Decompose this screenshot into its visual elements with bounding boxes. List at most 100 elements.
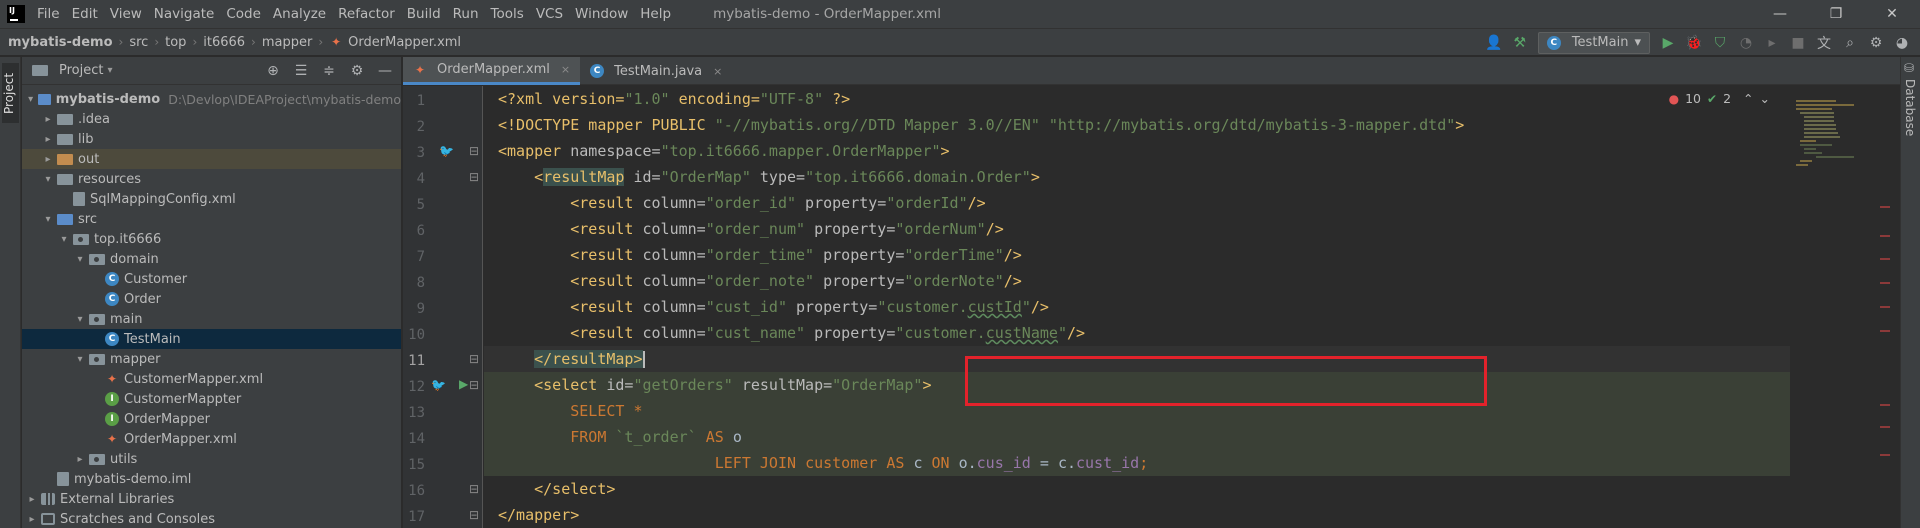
menu-analyze[interactable]: Analyze — [267, 0, 332, 28]
dropdown-arrow-icon[interactable]: ▾ — [107, 65, 112, 76]
error-stripe-mark[interactable] — [1880, 404, 1890, 406]
tree-item-src[interactable]: ▾ src — [22, 209, 401, 229]
breadcrumb-it6666[interactable]: it6666 — [203, 35, 245, 50]
expand-arrow-icon[interactable]: ▾ — [42, 214, 54, 225]
debug-icon[interactable]: 🐞 — [1685, 35, 1702, 51]
breadcrumb-src[interactable]: src — [129, 35, 148, 50]
project-tool-tab[interactable]: Project — [2, 63, 19, 123]
error-stripe-mark[interactable] — [1880, 454, 1890, 456]
tab-testmain-java[interactable]: C TestMain.java × — [580, 57, 732, 85]
tree-item-mybatis-demo[interactable]: ▾ mybatis-demo D:\Devlop\IDEAProject\myb… — [22, 89, 401, 109]
coverage-icon[interactable]: ⛉ — [1712, 35, 1728, 51]
breadcrumb-file[interactable]: OrderMapper.xml — [348, 35, 461, 50]
tab-ordermapper-xml[interactable]: ✦ OrderMapper.xml × — [403, 57, 581, 85]
tree-item-resources[interactable]: ▾ resources — [22, 169, 401, 189]
menu-run[interactable]: Run — [447, 0, 485, 28]
plugin-icon[interactable]: ◕ — [1894, 35, 1910, 51]
expand-all-icon[interactable]: ☰ — [293, 63, 309, 79]
error-stripe-mark[interactable] — [1880, 235, 1890, 237]
database-tool-tab[interactable]: Database — [1903, 79, 1917, 136]
collapse-arrow-icon[interactable]: ▸ — [26, 494, 38, 505]
menu-help[interactable]: Help — [634, 0, 677, 28]
hide-icon[interactable]: — — [377, 63, 393, 79]
menu-build[interactable]: Build — [401, 0, 447, 28]
tree-item-customermappter[interactable]: I CustomerMappter — [22, 389, 401, 409]
error-stripe-mark[interactable] — [1880, 258, 1890, 260]
error-stripe-mark[interactable] — [1880, 330, 1890, 332]
user-icon[interactable]: 👤 — [1485, 35, 1502, 51]
error-stripe-mark[interactable] — [1880, 206, 1890, 208]
expand-arrow-icon[interactable]: ▾ — [74, 254, 86, 265]
tree-item-customermapper-xml[interactable]: ✦ CustomerMapper.xml — [22, 369, 401, 389]
tree-item-ordermapper-xml[interactable]: ✦ OrderMapper.xml — [22, 429, 401, 449]
tree-item-top-it6666[interactable]: ▾ top.it6666 — [22, 229, 401, 249]
fold-icon[interactable]: ⊟ — [469, 508, 479, 522]
tree-item-testmain[interactable]: C TestMain — [22, 329, 401, 349]
fold-icon[interactable]: ⊟ — [469, 170, 479, 184]
menu-edit[interactable]: Edit — [66, 0, 104, 28]
tree-item-external-libraries[interactable]: ▸ External Libraries — [22, 489, 401, 509]
run-gutter-icon[interactable]: ▶ — [459, 377, 468, 391]
run-icon[interactable]: ▶ — [1660, 35, 1676, 51]
collapse-all-icon[interactable]: ≑ — [321, 63, 337, 79]
menu-view[interactable]: View — [104, 0, 148, 28]
menu-refactor[interactable]: Refactor — [332, 0, 401, 28]
project-panel-title[interactable]: Project — [59, 63, 103, 78]
mybatis-bird-icon[interactable]: 🐦 — [439, 144, 454, 158]
tree-item-order[interactable]: C Order — [22, 289, 401, 309]
code-editor[interactable]: <?xml version="1.0" encoding="UTF-8" ?> … — [484, 86, 1874, 528]
breadcrumb-mapper[interactable]: mapper — [262, 35, 312, 50]
fold-icon[interactable]: ⊟ — [469, 352, 479, 366]
tree-item-main[interactable]: ▾ main — [22, 309, 401, 329]
mybatis-bird-icon[interactable]: 🐦 — [431, 378, 446, 392]
fold-icon[interactable]: ⊟ — [469, 378, 479, 392]
breadcrumb-project[interactable]: mybatis-demo — [8, 35, 113, 50]
error-stripe-mark[interactable] — [1880, 306, 1890, 308]
translate-icon[interactable]: 文 — [1816, 35, 1832, 52]
tree-item-iml[interactable]: mybatis-demo.iml — [22, 469, 401, 489]
collapse-arrow-icon[interactable]: ▸ — [42, 114, 54, 125]
tree-item-ordermapper[interactable]: I OrderMapper — [22, 409, 401, 429]
profile-icon[interactable]: ◔ — [1738, 35, 1754, 51]
error-stripe-mark[interactable] — [1880, 426, 1890, 428]
restore-button[interactable]: ❐ — [1808, 0, 1864, 28]
run-config-selector[interactable]: C TestMain ▾ — [1537, 31, 1650, 54]
tree-item-scratches[interactable]: ▸ Scratches and Consoles — [22, 509, 401, 528]
expand-arrow-icon[interactable]: ▾ — [58, 234, 70, 245]
settings-gear-icon[interactable]: ⚙ — [1868, 35, 1884, 51]
inspection-widget[interactable]: ● 10 ✔ 2 ⌃ ⌄ — [1669, 91, 1770, 106]
attach-icon[interactable]: ▸ — [1764, 35, 1780, 51]
minimize-button[interactable]: — — [1752, 0, 1808, 28]
menu-code[interactable]: Code — [220, 0, 267, 28]
menu-file[interactable]: File — [31, 0, 66, 28]
build-hammer-icon[interactable]: ⚒ — [1512, 35, 1528, 51]
menu-tools[interactable]: Tools — [485, 0, 530, 28]
fold-icon[interactable]: ⊟ — [469, 482, 479, 496]
tree-item-sqlmappingconfig[interactable]: SqlMappingConfig.xml — [22, 189, 401, 209]
stop-icon[interactable]: ■ — [1790, 35, 1806, 51]
menu-window[interactable]: Window — [569, 0, 634, 28]
menu-vcs[interactable]: VCS — [530, 0, 569, 28]
collapse-arrow-icon[interactable]: ▸ — [26, 514, 38, 525]
tree-item-lib[interactable]: ▸ lib — [22, 129, 401, 149]
breadcrumb-top[interactable]: top — [165, 35, 186, 50]
close-window-button[interactable]: ✕ — [1864, 0, 1920, 28]
close-tab-icon[interactable]: × — [713, 65, 722, 78]
collapse-arrow-icon[interactable]: ▸ — [74, 454, 86, 465]
locate-icon[interactable]: ⊕ — [265, 63, 281, 79]
tree-item-mapper[interactable]: ▾ mapper — [22, 349, 401, 369]
expand-arrow-icon[interactable]: ▾ — [74, 354, 86, 365]
expand-arrow-icon[interactable]: ▾ — [74, 314, 86, 325]
collapse-arrow-icon[interactable]: ▸ — [42, 154, 54, 165]
close-tab-icon[interactable]: × — [561, 63, 570, 76]
tree-item-domain[interactable]: ▾ domain — [22, 249, 401, 269]
next-issue-icon[interactable]: ⌄ — [1760, 91, 1770, 106]
tree-item-utils[interactable]: ▸ utils — [22, 449, 401, 469]
previous-issue-icon[interactable]: ⌃ — [1743, 91, 1753, 106]
tree-item-customer[interactable]: C Customer — [22, 269, 401, 289]
fold-icon[interactable]: ⊟ — [469, 144, 479, 158]
expand-arrow-icon[interactable]: ▾ — [26, 94, 35, 105]
menu-navigate[interactable]: Navigate — [148, 0, 221, 28]
search-icon[interactable]: ⌕ — [1842, 35, 1858, 51]
error-stripe-mark[interactable] — [1880, 282, 1890, 284]
